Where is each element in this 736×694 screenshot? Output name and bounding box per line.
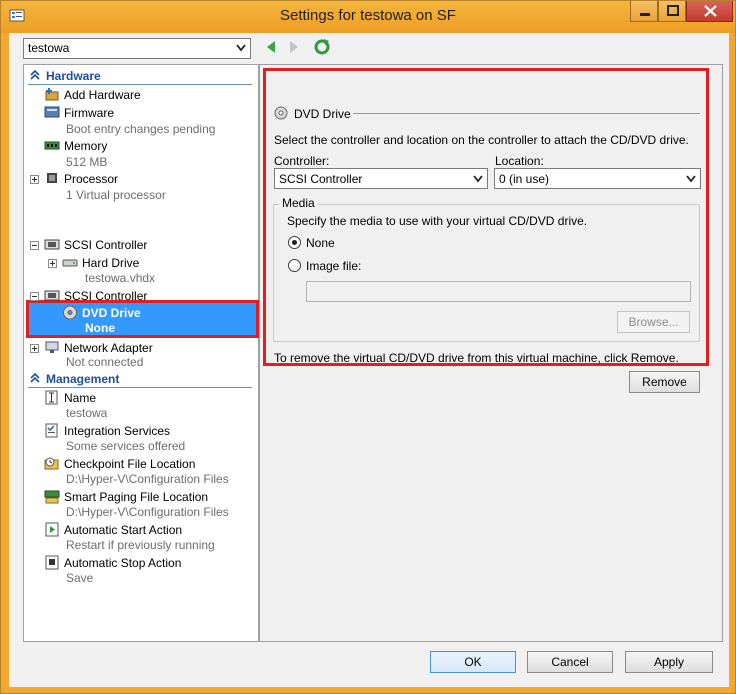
tree-item-sub: Restart if previously running bbox=[66, 538, 215, 552]
maximize-button[interactable] bbox=[658, 1, 686, 22]
controller-description: Select the controller and location on th… bbox=[274, 133, 689, 147]
management-header-label: Management bbox=[46, 372, 120, 386]
tree-item-sub: D:\Hyper-V\Configuration Files bbox=[66, 505, 229, 519]
tree-item-label: Memory bbox=[64, 139, 108, 153]
hard-drive-expander[interactable] bbox=[48, 259, 57, 268]
tree-item-label: Name bbox=[64, 391, 97, 405]
location-label: Location: bbox=[495, 154, 544, 168]
network-adapter-expander[interactable] bbox=[30, 344, 39, 353]
media-none-radio[interactable] bbox=[288, 236, 301, 249]
smart-paging-icon bbox=[44, 490, 60, 504]
controller-select-value: SCSI Controller bbox=[279, 172, 363, 186]
tree-item-sub: 512 MB bbox=[66, 155, 108, 169]
tree-item-sub: Not connected bbox=[66, 355, 144, 369]
tree-item-sub: testowa bbox=[66, 406, 108, 420]
close-icon bbox=[704, 5, 717, 17]
add-hardware-icon bbox=[45, 88, 59, 101]
tree-item-label: SCSI Controller bbox=[64, 289, 148, 303]
hard-drive-icon bbox=[62, 259, 78, 267]
scsi-controller-icon bbox=[44, 290, 60, 301]
tree-item-sub: Some services offered bbox=[66, 439, 186, 453]
tree-item-label: Automatic Start Action bbox=[64, 523, 183, 537]
tree-item-label: DVD Drive bbox=[82, 306, 141, 320]
media-image-file-label[interactable]: Image file: bbox=[306, 259, 361, 273]
dvd-drive-group-title: DVD Drive bbox=[294, 107, 351, 121]
integration-services-icon bbox=[45, 423, 58, 438]
group-title-divider bbox=[353, 113, 700, 114]
browse-button[interactable]: Browse... bbox=[617, 311, 690, 333]
stop-action-icon bbox=[45, 555, 59, 570]
hardware-header-label: Hardware bbox=[46, 69, 101, 83]
hardware-section-header[interactable]: Hardware bbox=[28, 68, 252, 85]
settings-tree: Hardware Add Hardware Firmware Boot entr… bbox=[23, 64, 259, 642]
ok-button[interactable]: OK bbox=[430, 651, 516, 673]
dvd-drive-icon bbox=[63, 305, 77, 320]
dvd-drive-settings-panel: DVD Drive Select the controller and loca… bbox=[259, 64, 723, 642]
tree-item-sub: None bbox=[85, 321, 115, 335]
tree-item-sub: Save bbox=[66, 571, 94, 585]
tree-item-label: Hard Drive bbox=[82, 256, 140, 270]
tree-item-label: Automatic Stop Action bbox=[64, 556, 182, 570]
collapse-chevron-icon bbox=[30, 373, 40, 383]
close-button[interactable] bbox=[686, 1, 733, 22]
name-icon bbox=[45, 390, 58, 405]
maximize-icon bbox=[667, 5, 679, 16]
refresh-icon[interactable] bbox=[313, 38, 331, 56]
collapse-chevron-icon bbox=[30, 70, 40, 80]
controller-label: Controller: bbox=[274, 154, 330, 168]
tree-item-label: Integration Services bbox=[64, 424, 171, 438]
minimize-icon bbox=[640, 13, 650, 16]
remove-note: To remove the virtual CD/DVD drive from … bbox=[274, 351, 679, 365]
minimize-button[interactable] bbox=[630, 1, 658, 22]
tree-item-sub: D:\Hyper-V\Configuration Files bbox=[66, 472, 229, 486]
tree-item-label: Add Hardware bbox=[64, 88, 141, 102]
client-area: testowa Hardware Add Hardware Firmware B… bbox=[9, 33, 729, 687]
vm-selector-dropdown[interactable]: testowa bbox=[23, 38, 251, 59]
back-arrow-icon[interactable] bbox=[265, 40, 277, 54]
media-group-title: Media bbox=[279, 196, 318, 210]
image-file-path-input[interactable] bbox=[306, 281, 691, 302]
scsi-controller-2-expander[interactable] bbox=[30, 292, 39, 301]
settings-window: Settings for testowa on SF testowa Hardw… bbox=[0, 0, 736, 694]
processor-icon bbox=[47, 173, 57, 183]
cancel-button[interactable]: Cancel bbox=[527, 651, 613, 673]
tree-item-label: Firmware bbox=[64, 106, 114, 120]
tree-item-label: Smart Paging File Location bbox=[64, 490, 209, 504]
tree-item-sub: testowa.vhdx bbox=[85, 271, 156, 285]
processor-expander[interactable] bbox=[30, 175, 39, 184]
forward-arrow-icon[interactable] bbox=[288, 40, 300, 54]
chevron-down-icon bbox=[473, 175, 483, 183]
controller-select[interactable]: SCSI Controller bbox=[274, 168, 488, 189]
tree-item-label: Network Adapter bbox=[64, 341, 153, 355]
tree-item-label: SCSI Controller bbox=[64, 238, 148, 252]
start-action-icon bbox=[45, 522, 59, 537]
chevron-down-icon bbox=[686, 175, 696, 183]
scsi-controller-1-expander[interactable] bbox=[30, 241, 39, 250]
media-none-label[interactable]: None bbox=[306, 236, 335, 250]
management-section-header[interactable]: Management bbox=[28, 371, 252, 388]
firmware-icon bbox=[44, 106, 60, 118]
media-description: Specify the media to use with your virtu… bbox=[287, 214, 588, 228]
chevron-down-icon bbox=[236, 44, 246, 52]
selection-annotation-box bbox=[26, 300, 259, 338]
memory-icon bbox=[44, 141, 60, 150]
dvd-drive-icon bbox=[274, 106, 288, 120]
network-adapter-icon bbox=[45, 341, 59, 353]
vm-selector-value: testowa bbox=[28, 41, 70, 55]
tree-item-label: Processor bbox=[64, 172, 119, 186]
window-title: Settings for testowa on SF bbox=[280, 7, 456, 24]
title-bar[interactable]: Settings for testowa on SF bbox=[1, 1, 735, 33]
media-image-file-radio[interactable] bbox=[288, 259, 301, 272]
tree-item-label: Checkpoint File Location bbox=[64, 457, 196, 471]
scsi-controller-icon bbox=[44, 239, 60, 250]
remove-button[interactable]: Remove bbox=[629, 371, 700, 393]
location-select-value: 0 (in use) bbox=[499, 172, 550, 186]
apply-button[interactable]: Apply bbox=[625, 651, 713, 673]
tree-item-sub: Boot entry changes pending bbox=[66, 122, 216, 136]
checkpoint-icon bbox=[44, 457, 59, 470]
tree-item-sub: 1 Virtual processor bbox=[66, 188, 166, 202]
location-select[interactable]: 0 (in use) bbox=[494, 168, 701, 189]
